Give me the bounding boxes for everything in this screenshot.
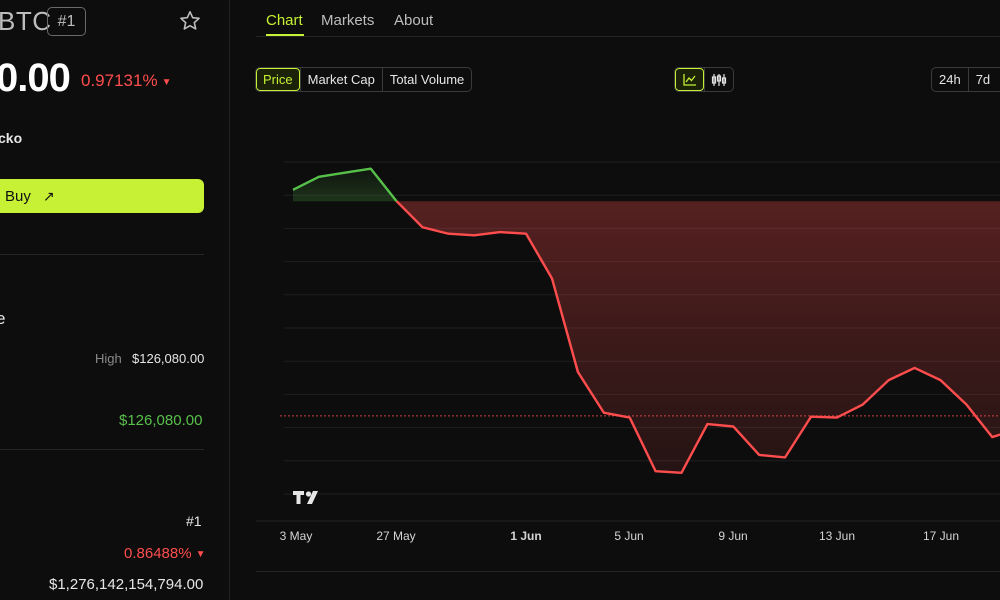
range-7d-option[interactable]: 7d (967, 68, 997, 91)
line-chart-option[interactable] (675, 68, 704, 91)
x-tick-label: 5 Jun (614, 529, 643, 543)
tab-chart[interactable]: Chart (266, 12, 303, 29)
x-tick-label: 13 Jun (819, 529, 855, 543)
candlestick-option[interactable] (704, 68, 733, 91)
high-label: High (95, 351, 122, 366)
divider (0, 254, 204, 255)
coin-summary-panel: BTC #1 0.00 0.97131% ▼ cko Buy ↗ e High $… (0, 0, 230, 600)
divider (0, 449, 204, 450)
tabs-divider (256, 36, 1000, 37)
high-value: $126,080.00 (132, 351, 205, 366)
current-price: 0.00 (0, 56, 71, 100)
down-area-fill (396, 201, 1000, 473)
external-arrow-icon: ↗ (42, 187, 55, 204)
all-time-high-value: $126,080.00 (119, 412, 203, 429)
candlestick-icon (711, 73, 727, 86)
chart-bottom-divider (256, 571, 1000, 572)
price-chart[interactable]: 3 May 27 May 1 Jun 5 Jun 9 Jun 13 Jun 17 Jun (256, 110, 1000, 572)
line-chart-icon (682, 74, 696, 86)
range-selector: 24h 7d (931, 67, 1000, 92)
range-24h-option[interactable]: 24h (932, 68, 968, 91)
metric-total-volume-option[interactable]: Total Volume (381, 68, 471, 91)
metric-market-cap-option[interactable]: Market Cap (299, 68, 382, 91)
coin-symbol: BTC (0, 6, 52, 36)
market-cap-value: $1,276,142,154,794.00 (49, 576, 204, 593)
tradingview-logo-icon (293, 491, 318, 504)
down-triangle-icon: ▼ (195, 549, 206, 560)
tab-about[interactable]: About (394, 12, 433, 29)
data-source-text: cko (0, 130, 23, 146)
rank-badge: #1 (47, 7, 86, 36)
x-tick-label: 3 May (280, 529, 313, 543)
metric-price-option[interactable]: Price (256, 68, 300, 91)
market-change: 0.86488% ▼ (124, 545, 205, 562)
tab-markets[interactable]: Markets (321, 12, 374, 29)
section-title: e (0, 309, 6, 328)
chart-type-selector (674, 67, 734, 92)
x-tick-label: 1 Jun (510, 529, 541, 543)
panel-separator (229, 0, 230, 600)
x-tick-label: 9 Jun (718, 529, 747, 543)
buy-button-label: Buy (5, 187, 31, 205)
active-tab-indicator (266, 34, 304, 36)
market-rank: #1 (186, 513, 202, 529)
x-tick-label: 27 May (376, 529, 415, 543)
down-triangle-icon: ▼ (161, 77, 172, 88)
price-change-value: 0.97131% (81, 71, 158, 90)
star-icon[interactable] (178, 9, 202, 33)
market-change-value: 0.86488% (124, 545, 192, 562)
x-tick-label: 17 Jun (923, 529, 959, 543)
price-change: 0.97131% ▼ (81, 71, 171, 91)
metric-selector: Price Market Cap Total Volume (255, 67, 473, 92)
buy-button[interactable]: Buy ↗ (0, 179, 204, 213)
